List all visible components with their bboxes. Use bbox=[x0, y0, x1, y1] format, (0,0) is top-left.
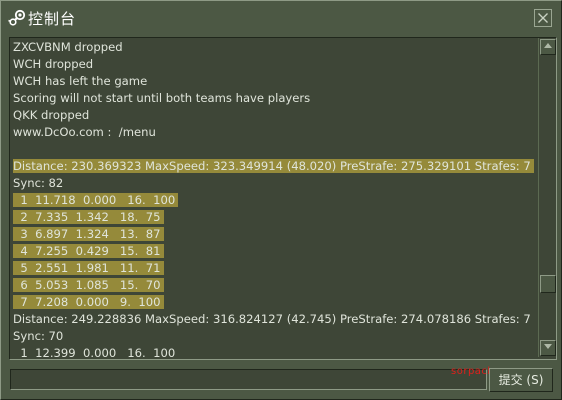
console-line-text: QKK dropped bbox=[13, 108, 90, 122]
console-line: QKK dropped bbox=[13, 107, 538, 124]
console-line-text: 3 6.897 1.324 13. 87 bbox=[13, 227, 164, 241]
console-line: WCH has left the game bbox=[13, 73, 538, 90]
console-line-text: 4 7.255 0.429 15. 81 bbox=[13, 244, 164, 258]
console-line: Distance: 230.369323 MaxSpeed: 323.34991… bbox=[13, 158, 538, 175]
console-line-text: www.DcOo.com : /menu bbox=[13, 125, 156, 139]
close-icon bbox=[538, 13, 548, 23]
console-line: 3 6.897 1.324 13. 87 bbox=[13, 226, 538, 243]
title-bar[interactable]: 控制台 bbox=[1, 1, 561, 35]
console-line: 5 2.551 1.981 11. 71 bbox=[13, 260, 538, 277]
window-title: 控制台 bbox=[28, 10, 77, 28]
console-line: Sync: 70 bbox=[13, 328, 538, 345]
console-line-text: 7 7.208 0.000 9. 100 bbox=[13, 295, 164, 309]
console-line: Sync: 82 bbox=[13, 175, 538, 192]
console-line: 2 7.335 1.342 18. 75 bbox=[13, 209, 538, 226]
scroll-thumb[interactable] bbox=[540, 274, 556, 293]
console-line: 7 7.208 0.000 9. 100 bbox=[13, 294, 538, 311]
submit-button[interactable]: 提交 (S) bbox=[489, 368, 553, 392]
console-line: 6 5.053 1.085 15. 70 bbox=[13, 277, 538, 294]
console-line-text: 6 5.053 1.085 15. 70 bbox=[13, 278, 164, 292]
command-input[interactable] bbox=[10, 369, 487, 390]
console-output[interactable]: ZXCVBNM dropped WCH dropped WCH has left t… bbox=[9, 37, 557, 360]
steam-icon bbox=[8, 9, 26, 27]
console-line-text: WCH dropped bbox=[13, 57, 94, 71]
close-button[interactable] bbox=[534, 9, 552, 27]
console-line-text: Distance: 230.369323 MaxSpeed: 323.34991… bbox=[13, 159, 534, 173]
console-line-text: ZXCVBNM dropped bbox=[13, 40, 123, 54]
console-window: 控制台 ZXCVBNM dropped WCH dropped WCH has le… bbox=[0, 0, 562, 400]
console-line-text: Sync: 70 bbox=[13, 329, 64, 343]
console-line: ZXCVBNM dropped bbox=[13, 39, 538, 56]
console-line-text: Scoring will not start until both teams … bbox=[13, 91, 311, 105]
console-line: Distance: 249.228836 MaxSpeed: 316.82412… bbox=[13, 311, 538, 328]
scroll-up-button[interactable] bbox=[540, 39, 556, 55]
console-line: www.DcOo.com : /menu bbox=[13, 124, 538, 141]
vertical-scrollbar[interactable] bbox=[538, 38, 556, 357]
console-line-text: 1 12.399 0.000 16. 100 bbox=[13, 346, 176, 358]
console-line-text: Distance: 249.228836 MaxSpeed: 316.82412… bbox=[13, 312, 531, 326]
console-line-text: Sync: 82 bbox=[13, 176, 64, 190]
console-line: 1 11.718 0.000 16. 100 bbox=[13, 192, 538, 209]
console-line-text: 1 11.718 0.000 16. 100 bbox=[13, 193, 179, 207]
console-line: 1 12.399 0.000 16. 100 bbox=[13, 345, 538, 358]
console-log: ZXCVBNM dropped WCH dropped WCH has left t… bbox=[13, 39, 538, 358]
console-line: 4 7.255 0.429 15. 81 bbox=[13, 243, 538, 260]
console-line: Scoring will not start until both teams … bbox=[13, 90, 538, 107]
arrow-up-icon bbox=[544, 43, 552, 48]
console-line-text: 2 7.335 1.342 18. 75 bbox=[13, 210, 164, 224]
console-line-text: WCH has left the game bbox=[13, 74, 148, 88]
console-line-text: 5 2.551 1.981 11. 71 bbox=[13, 261, 164, 275]
arrow-down-icon bbox=[544, 344, 552, 349]
console-line: WCH dropped bbox=[13, 56, 538, 73]
scroll-down-button[interactable] bbox=[540, 340, 556, 356]
